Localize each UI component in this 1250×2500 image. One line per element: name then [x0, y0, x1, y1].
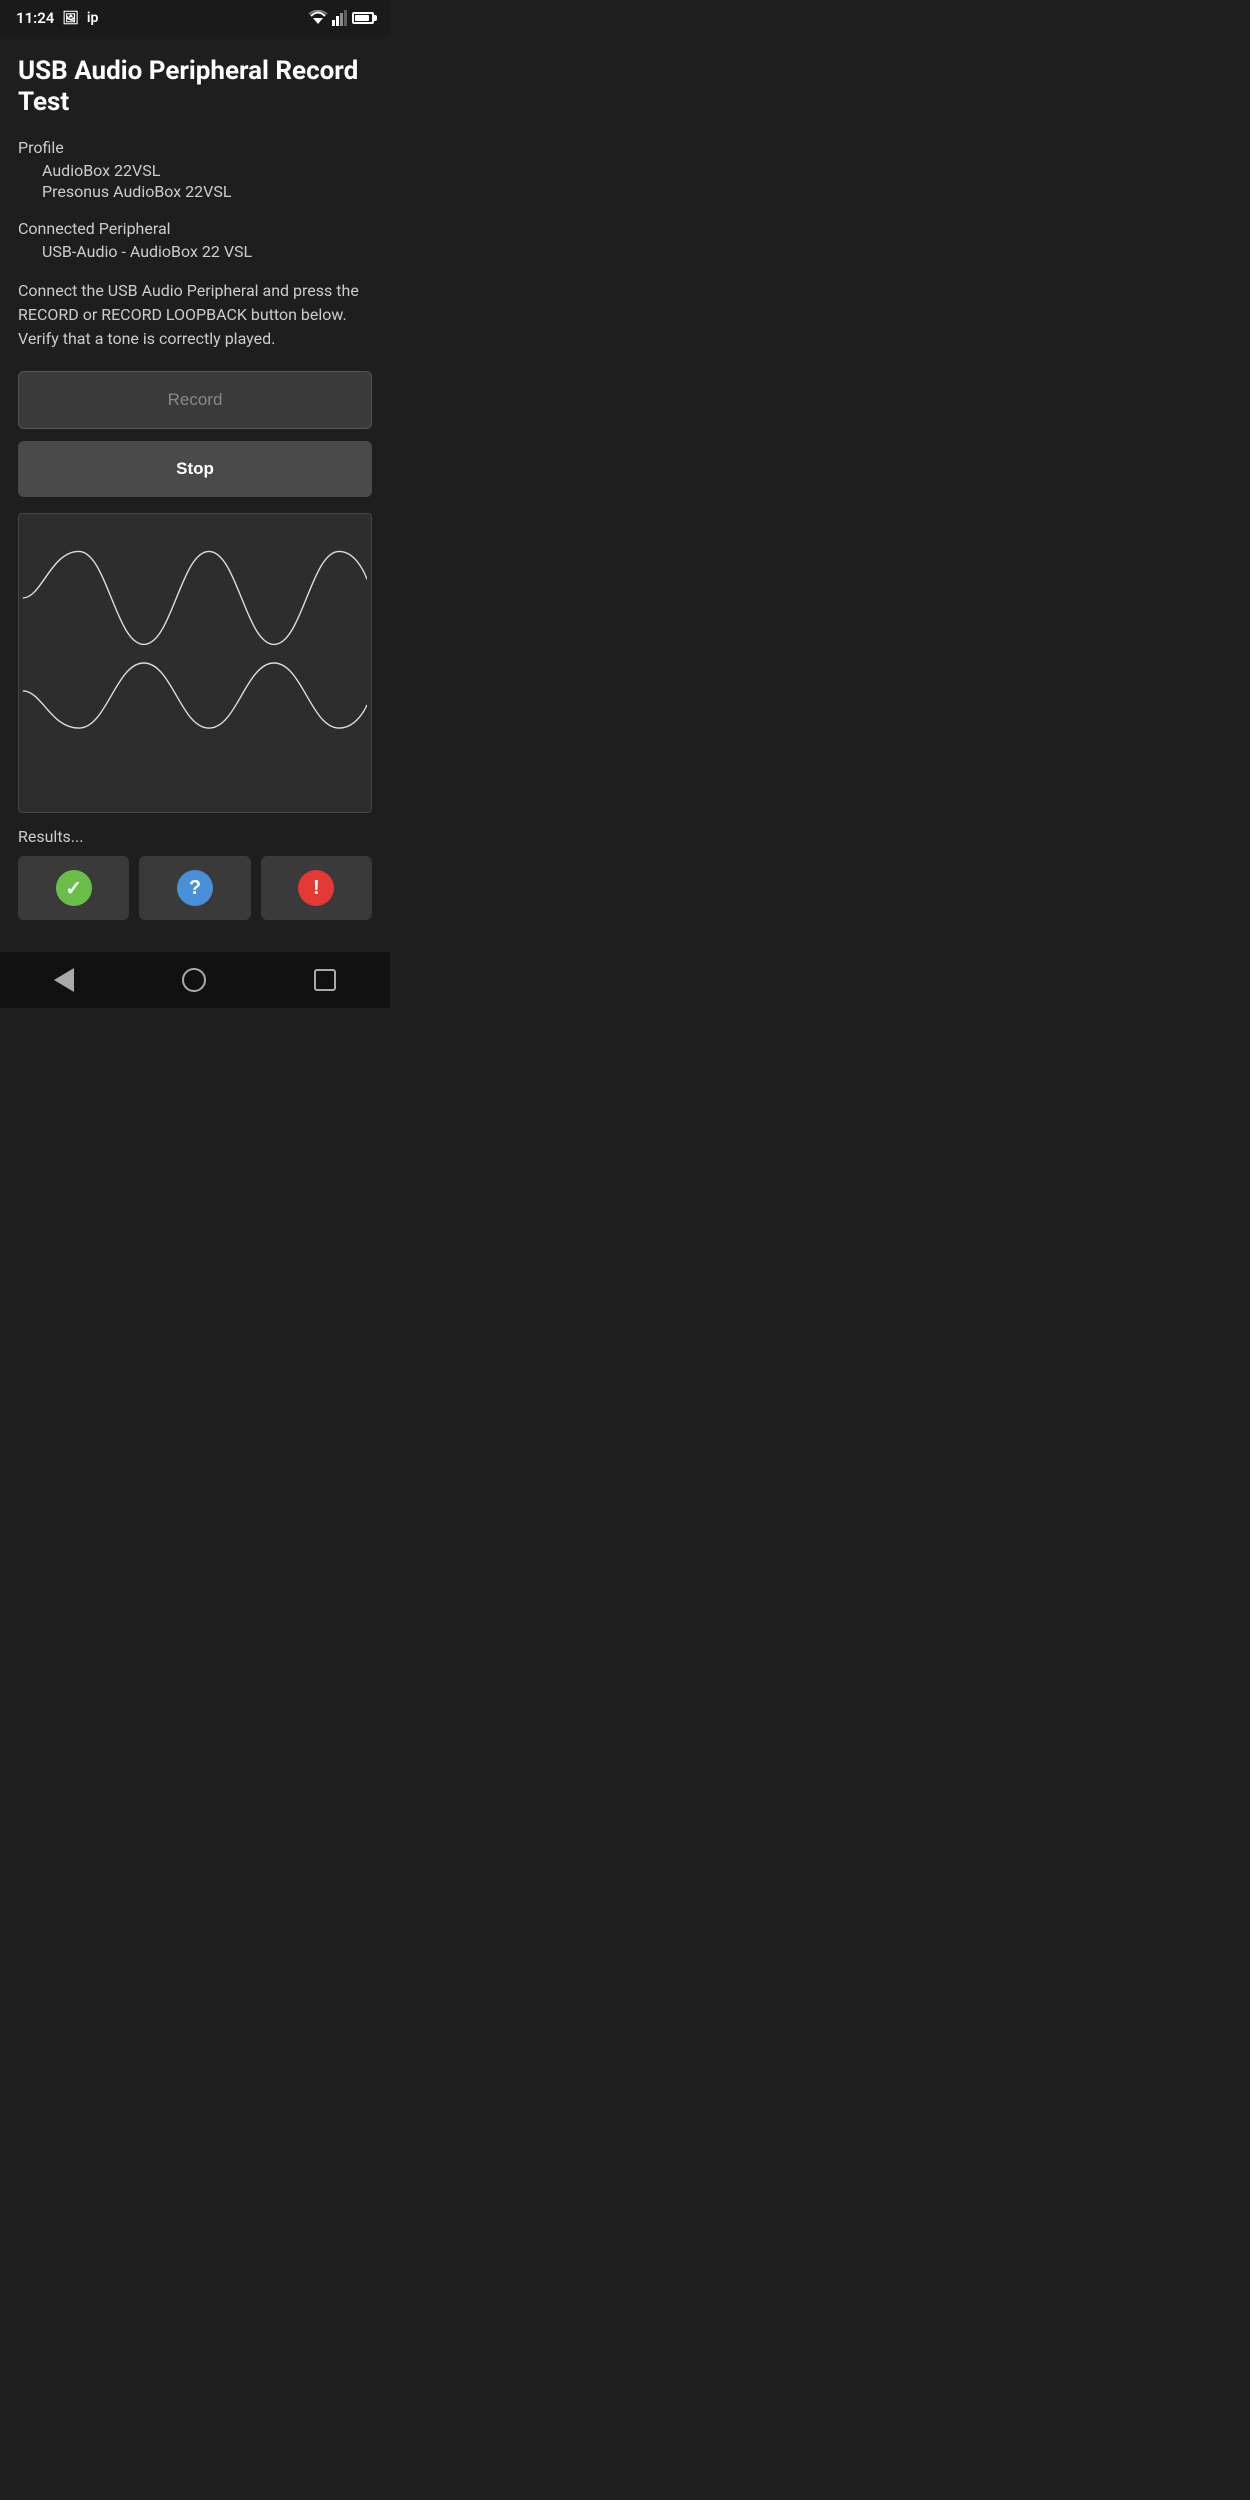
record-button[interactable]: Record: [18, 371, 372, 429]
battery-icon: [352, 12, 374, 24]
peripheral-section: Connected Peripheral USB-Audio - AudioBo…: [18, 219, 372, 263]
status-left: 11:24 🖼 ip: [16, 9, 98, 27]
back-icon: [54, 968, 74, 992]
peripheral-label: Connected Peripheral: [18, 219, 372, 238]
exclaim-icon: !: [298, 870, 334, 906]
profile-label: Profile: [18, 138, 372, 157]
waveform-svg: [23, 522, 367, 804]
battery-fill: [355, 15, 369, 21]
question-icon: ?: [177, 870, 213, 906]
main-content: USB Audio Peripheral Record Test Profile…: [0, 36, 390, 952]
status-bar: 11:24 🖼 ip: [0, 0, 390, 36]
profile-section: Profile AudioBox 22VSL Presonus AudioBox…: [18, 138, 372, 203]
waveform-display: [18, 513, 372, 813]
back-button[interactable]: [30, 960, 98, 1000]
clock: 11:24: [16, 9, 54, 27]
signal-icon: [332, 10, 348, 26]
check-icon: ✓: [56, 870, 92, 906]
ip-label: ip: [87, 10, 99, 26]
profile-line2: Presonus AudioBox 22VSL: [18, 182, 372, 201]
home-icon: [182, 968, 206, 992]
home-button[interactable]: [158, 960, 230, 1000]
results-label: Results...: [18, 827, 372, 846]
peripheral-value: USB-Audio - AudioBox 22 VSL: [18, 242, 372, 261]
status-icons: [308, 10, 374, 26]
nav-bar: [0, 952, 390, 1008]
result-fail-button[interactable]: !: [261, 856, 372, 920]
result-pass-button[interactable]: ✓: [18, 856, 129, 920]
result-unknown-button[interactable]: ?: [139, 856, 250, 920]
recent-button[interactable]: [290, 961, 360, 999]
stop-button[interactable]: Stop: [18, 441, 372, 497]
profile-line1: AudioBox 22VSL: [18, 161, 372, 180]
wifi-icon: [308, 10, 328, 26]
recent-icon: [314, 969, 336, 991]
result-buttons: ✓ ? !: [18, 856, 372, 920]
instruction-text: Connect the USB Audio Peripheral and pre…: [18, 279, 372, 351]
app-title: USB Audio Peripheral Record Test: [18, 56, 372, 118]
image-icon: 🖼: [62, 11, 79, 26]
